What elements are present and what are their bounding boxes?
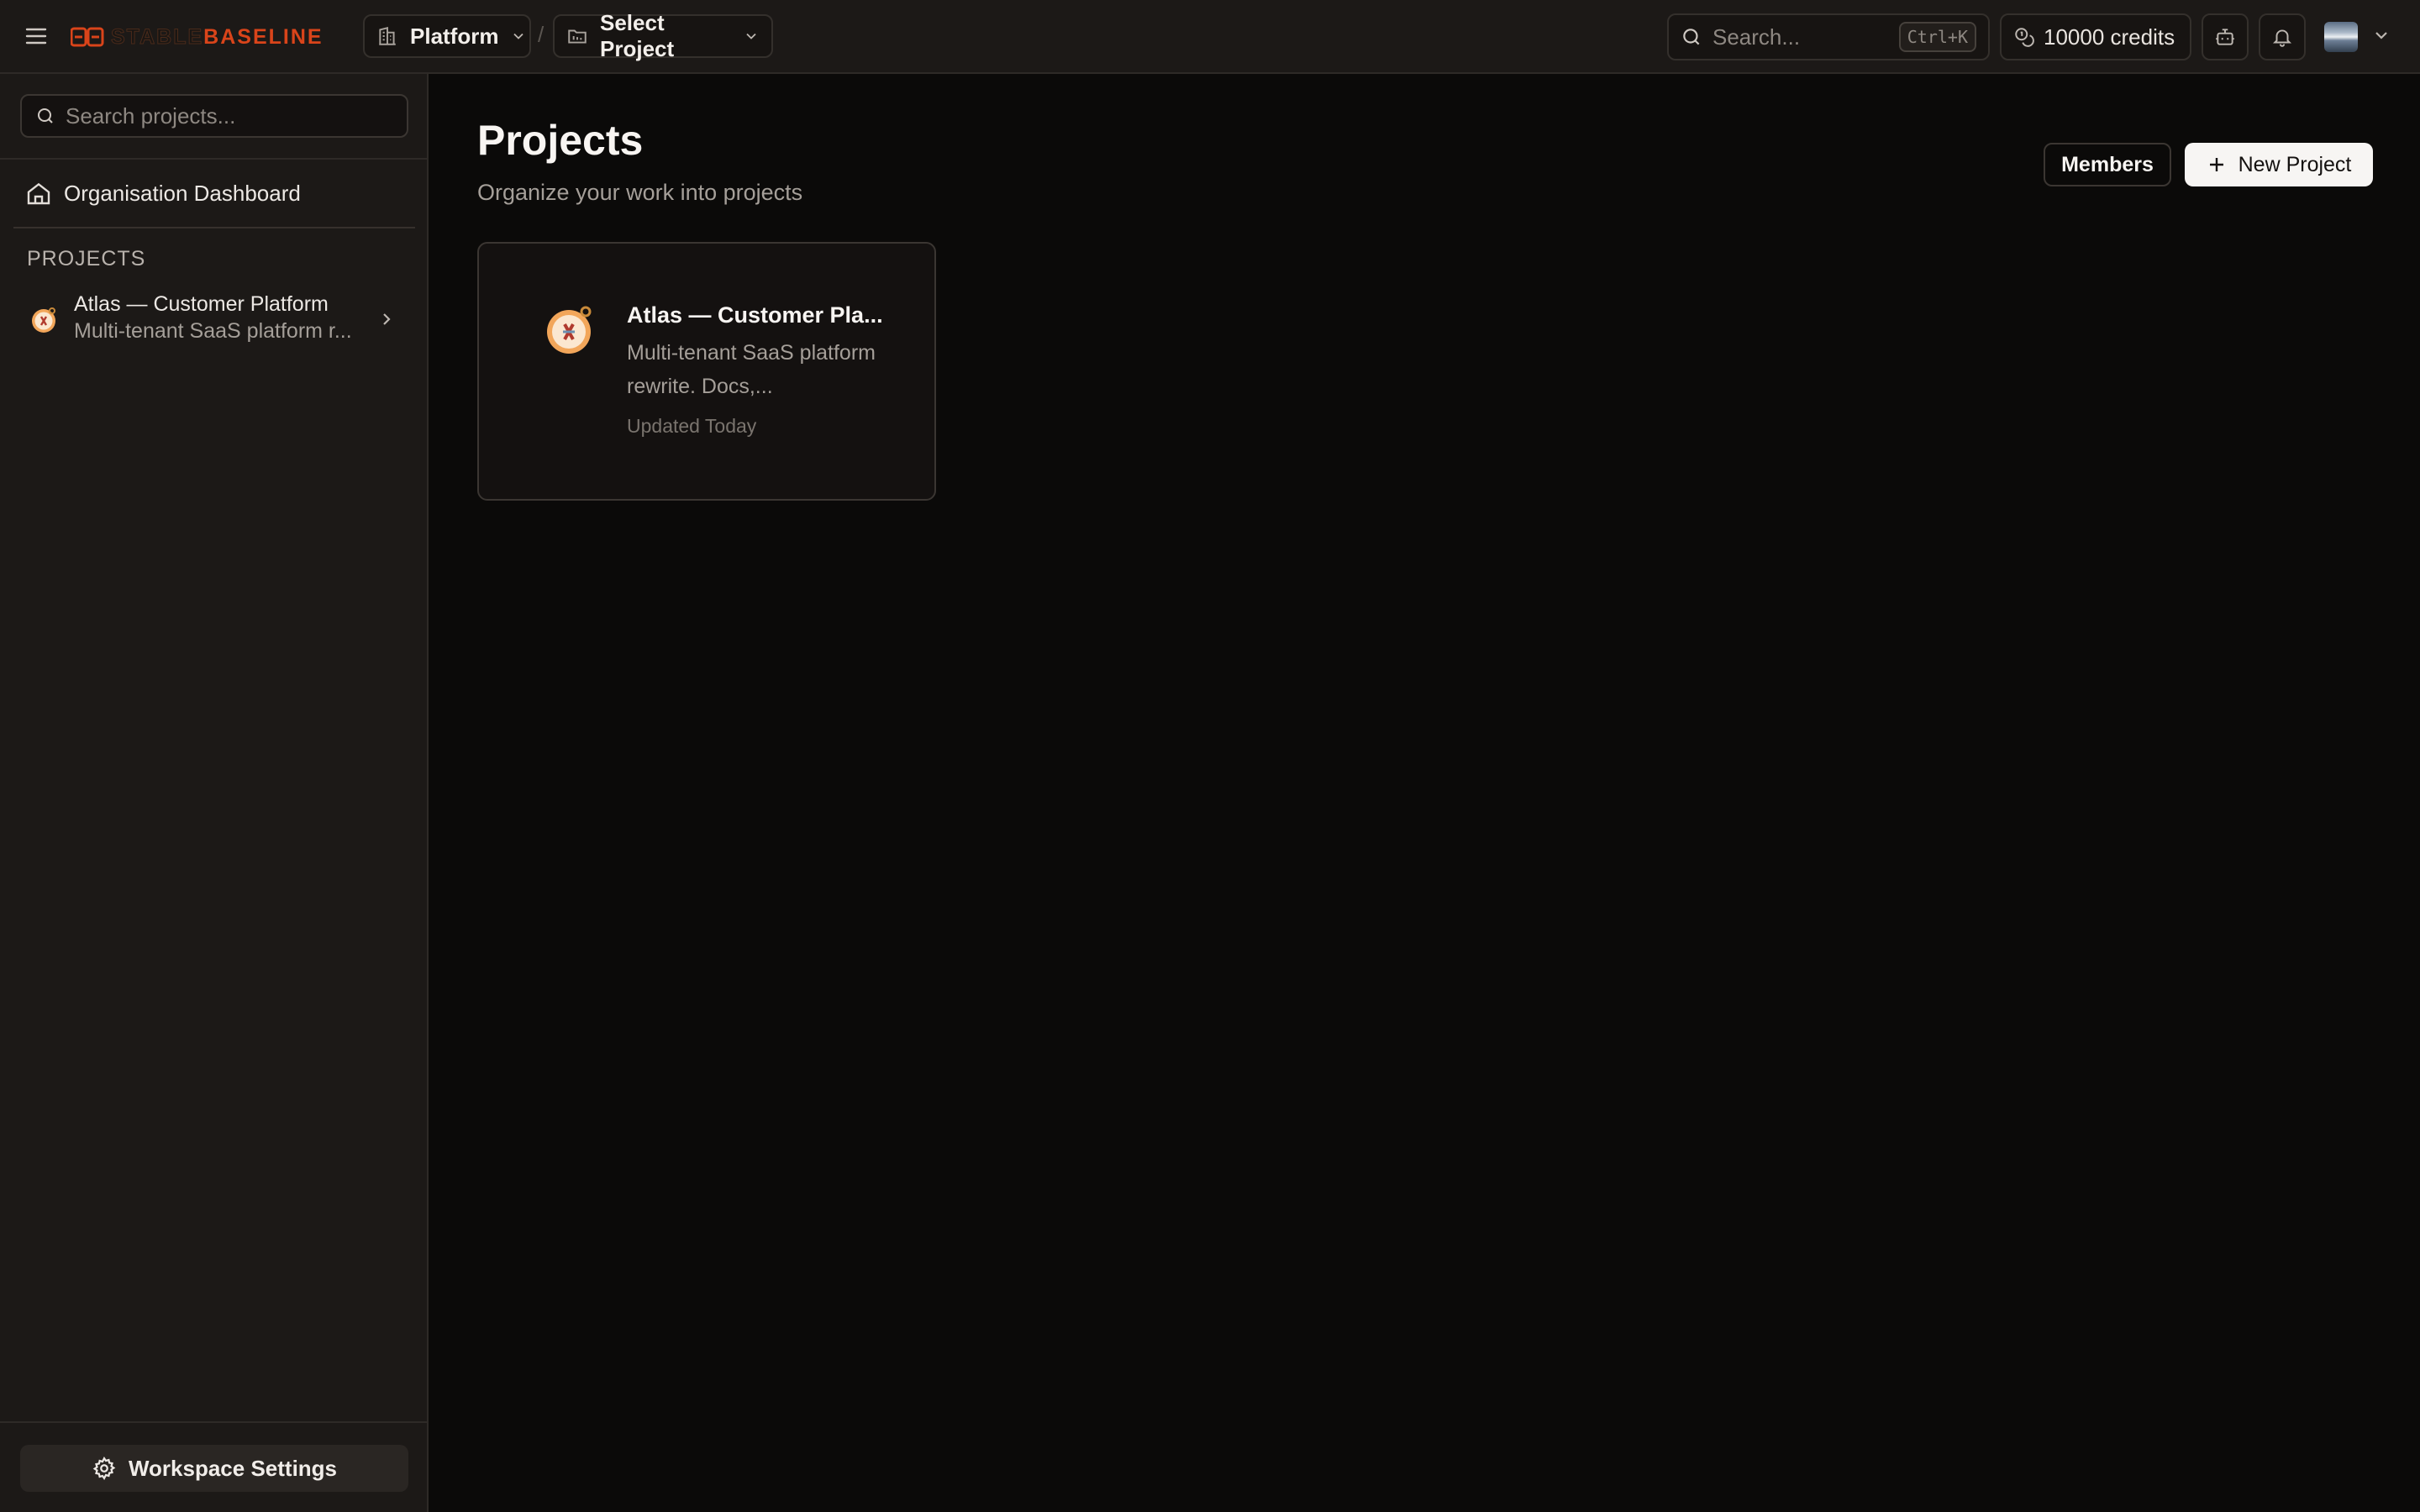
project-card-description: Multi-tenant SaaS platform rewrite. Docs… bbox=[627, 341, 876, 398]
user-avatar[interactable] bbox=[2324, 22, 2358, 52]
global-search-placeholder: Search... bbox=[1712, 24, 1801, 50]
bell-icon bbox=[2271, 26, 2293, 48]
workspace-label: Platform bbox=[410, 23, 499, 49]
breadcrumb-separator: / bbox=[538, 22, 544, 47]
search-shortcut-badge: Ctrl+K bbox=[1898, 22, 1976, 52]
workspace-selector[interactable]: Platform bbox=[363, 14, 531, 58]
new-project-button-label: New Project bbox=[2238, 152, 2352, 176]
credits-button[interactable]: 10000 credits bbox=[2000, 13, 2191, 60]
bot-icon bbox=[2214, 26, 2236, 48]
sidebar-project-title: Atlas — Customer Platform bbox=[74, 292, 329, 316]
chevron-right-icon[interactable] bbox=[376, 309, 397, 329]
gear-icon bbox=[92, 1456, 117, 1481]
chevron-down-icon bbox=[743, 28, 760, 45]
logo[interactable]: STABLEBASELINE bbox=[71, 24, 324, 50]
sidebar: Search projects... Organisation Dashboar… bbox=[0, 74, 429, 1512]
global-search[interactable]: Search... Ctrl+K bbox=[1667, 13, 1990, 60]
page-subtitle: Organize your work into projects bbox=[477, 180, 803, 205]
chevron-down-icon[interactable] bbox=[2371, 25, 2391, 45]
search-icon bbox=[1681, 26, 1702, 48]
compass-icon bbox=[32, 307, 55, 333]
divider bbox=[13, 227, 415, 228]
project-card-updated: Updated Today bbox=[627, 415, 757, 437]
workspace-settings-label: Workspace Settings bbox=[128, 1455, 338, 1481]
new-project-button[interactable]: New Project bbox=[2185, 143, 2373, 186]
logo-mark-icon bbox=[71, 27, 104, 47]
logo-text-baseline: BASELINE bbox=[203, 24, 324, 49]
assistant-bot-button[interactable] bbox=[2202, 13, 2249, 60]
sidebar-project-item[interactable]: Atlas — Customer Platform Multi-tenant S… bbox=[25, 291, 412, 349]
home-icon bbox=[25, 180, 52, 207]
coins-icon bbox=[2013, 26, 2035, 48]
compass-icon bbox=[547, 306, 592, 354]
project-card[interactable]: Atlas — Customer Pla... Multi-tenant Saa… bbox=[477, 242, 936, 501]
page-title: Projects bbox=[477, 117, 644, 164]
organisation-dashboard-label: Organisation Dashboard bbox=[64, 180, 301, 206]
project-selector[interactable]: Select Project bbox=[553, 10, 773, 61]
hamburger-menu-icon[interactable] bbox=[22, 22, 50, 50]
project-search-input[interactable]: Search projects... bbox=[20, 94, 408, 138]
sidebar-project-description: Multi-tenant SaaS platform r... bbox=[74, 319, 352, 343]
logo-text-stable: STABLE bbox=[110, 24, 204, 49]
organisation-dashboard-link[interactable]: Organisation Dashboard bbox=[25, 178, 301, 208]
divider bbox=[0, 1421, 427, 1423]
chevron-down-icon bbox=[510, 28, 527, 45]
projects-heading: PROJECTS bbox=[27, 247, 146, 270]
building-icon bbox=[376, 25, 398, 47]
members-button-label: Members bbox=[2061, 152, 2154, 176]
notifications-button[interactable] bbox=[2259, 13, 2306, 60]
logo-wordmark: STABLEBASELINE bbox=[110, 24, 324, 49]
project-card-title: Atlas — Customer Pla... bbox=[627, 302, 883, 328]
credits-label: 10000 credits bbox=[2044, 24, 2175, 50]
plus-icon bbox=[2207, 155, 2227, 175]
project-select-label: Select Project bbox=[600, 10, 675, 61]
folder-icon bbox=[566, 25, 588, 47]
top-bar: STABLEBASELINE Platform / Select Project… bbox=[0, 0, 2420, 74]
divider bbox=[0, 158, 427, 160]
search-icon bbox=[35, 106, 55, 126]
workspace-settings-button[interactable]: Workspace Settings bbox=[20, 1445, 408, 1492]
project-search-placeholder: Search projects... bbox=[66, 102, 236, 129]
members-button[interactable]: Members bbox=[2044, 143, 2171, 186]
